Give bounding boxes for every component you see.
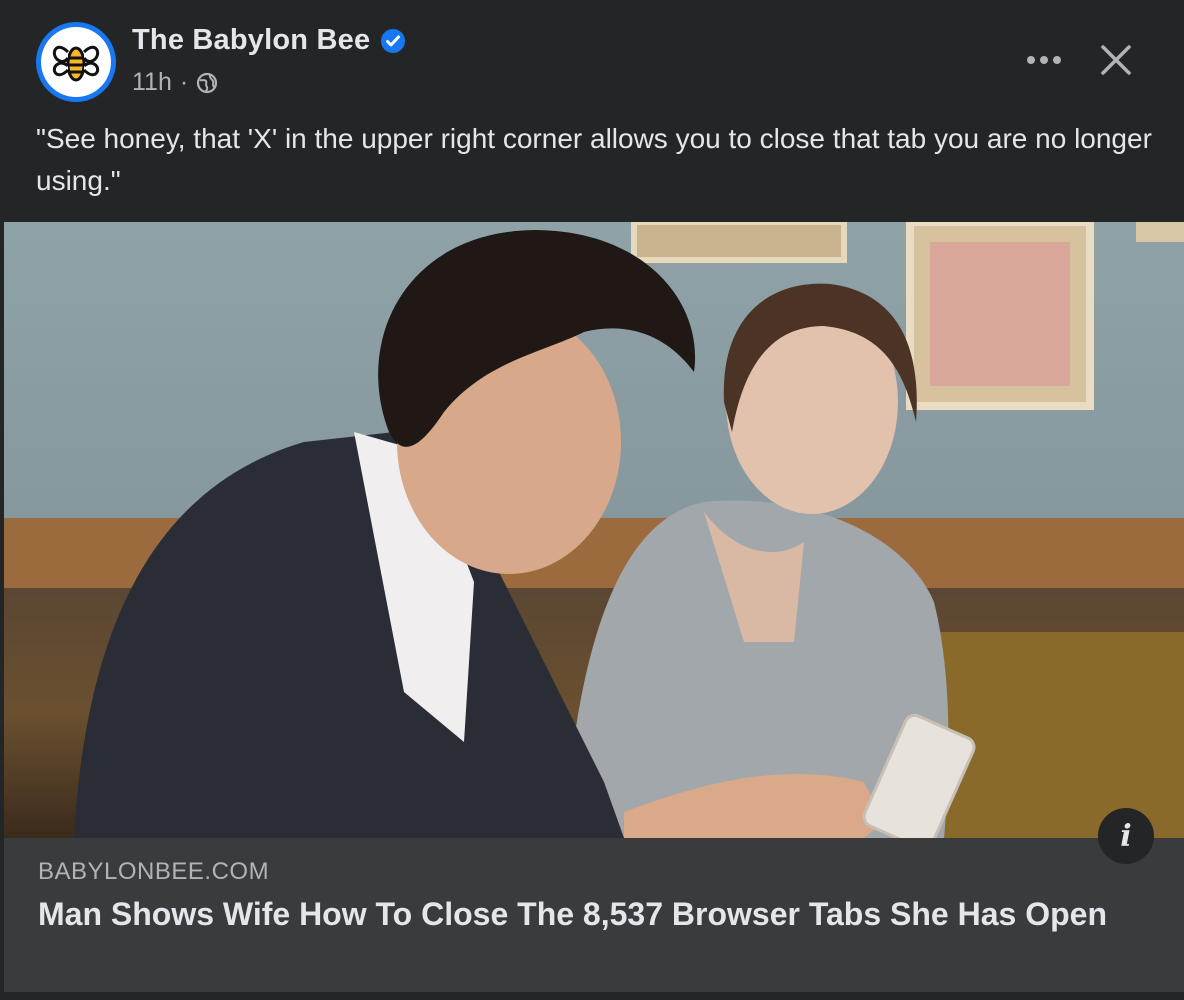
post-caption: "See honey, that 'X' in the upper right … [36,123,1152,196]
more-options-button[interactable] [1020,40,1068,80]
post-timestamp[interactable]: 11h [132,68,172,97]
close-button[interactable] [1092,38,1140,82]
globe-icon [197,72,218,93]
info-icon: i [1120,818,1132,854]
info-button[interactable]: i [1098,808,1154,864]
verified-badge-icon [381,28,406,53]
page-name-row: The Babylon Bee [132,24,406,57]
facebook-post: The Babylon Bee 11h · "See honey, that '… [0,0,1184,1000]
more-options-icon [1027,56,1061,64]
page-avatar[interactable] [36,22,116,102]
babylon-bee-logo-icon [41,27,111,97]
link-domain: BABYLONBEE.COM [38,858,270,885]
meta-separator: · [179,68,189,96]
link-preview[interactable]: BABYLONBEE.COM Man Shows Wife How To Clo… [4,838,1184,992]
couple-photo [4,222,1184,838]
article-photo[interactable] [4,222,1184,838]
post-header: The Babylon Bee 11h · [0,0,1184,110]
page-name[interactable]: The Babylon Bee [132,24,370,57]
link-headline[interactable]: Man Shows Wife How To Close The 8,537 Br… [38,894,1138,934]
post-meta: 11h · [132,68,218,97]
close-icon [1101,45,1131,75]
